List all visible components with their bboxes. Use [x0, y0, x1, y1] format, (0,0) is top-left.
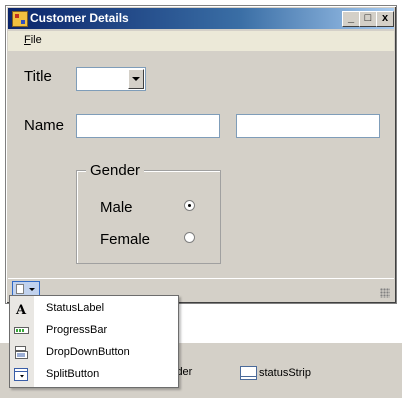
svg-text:A: A	[15, 303, 27, 315]
title-bar[interactable]: Customer Details _ □ x	[8, 8, 394, 29]
menu-file-mnemonic: F	[24, 34, 31, 46]
male-radio[interactable]	[184, 200, 195, 211]
gender-groupbox	[76, 170, 221, 264]
close-button[interactable]: x	[376, 11, 394, 27]
dropdown-item-dropdown-button[interactable]: DropDownButton	[10, 342, 178, 364]
male-label: Male	[100, 199, 133, 216]
dropdown-item-label: DropDownButton	[46, 346, 130, 358]
title-combobox[interactable]	[76, 67, 146, 91]
progress-bar-icon	[14, 327, 29, 334]
last-name-input[interactable]	[236, 114, 380, 138]
text-label-icon: A	[15, 303, 27, 315]
dropdown-item-status-label[interactable]: A StatusLabel	[10, 298, 178, 320]
minimize-button[interactable]: _	[342, 11, 360, 27]
split-button-icon	[14, 368, 28, 381]
dropdown-item-label: StatusLabel	[46, 302, 105, 314]
document-icon	[16, 284, 24, 294]
window-title: Customer Details	[30, 11, 129, 25]
maximize-button[interactable]: □	[359, 11, 377, 27]
tray-item-status-strip[interactable]: statusStrip	[240, 366, 311, 380]
tray-item-label: statusStrip	[259, 366, 311, 379]
chevron-down-icon[interactable]	[128, 69, 144, 89]
status-strip-icon	[240, 366, 257, 380]
form-window: Customer Details _ □ x File Title Name G…	[5, 5, 397, 304]
female-radio[interactable]	[184, 232, 195, 243]
first-name-input[interactable]	[76, 114, 220, 138]
menu-file[interactable]: File	[24, 34, 42, 46]
menu-file-label: ile	[30, 34, 42, 46]
name-label: Name	[24, 117, 65, 134]
size-grip-icon[interactable]	[380, 288, 390, 298]
title-label: Title	[24, 68, 52, 85]
chevron-down-icon	[29, 288, 35, 291]
dropdown-button-icon	[15, 346, 28, 359]
dropdown-item-progress-bar[interactable]: ProgressBar	[10, 320, 178, 342]
dropdown-item-label: ProgressBar	[46, 324, 108, 336]
status-item-dropdown: A StatusLabel ProgressBar DropDownButton…	[9, 295, 179, 388]
dropdown-item-label: SplitButton	[46, 368, 100, 380]
gender-group-title: Gender	[86, 162, 145, 179]
menu-bar: File	[8, 31, 394, 51]
female-label: Female	[100, 231, 151, 248]
app-icon	[12, 11, 28, 27]
dropdown-item-split-button[interactable]: SplitButton	[10, 364, 178, 386]
